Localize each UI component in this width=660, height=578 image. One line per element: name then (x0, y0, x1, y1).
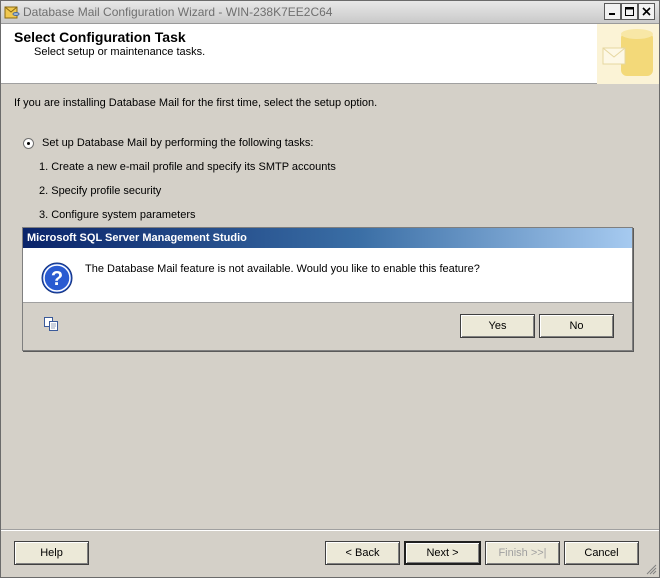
svg-text:?: ? (51, 268, 63, 290)
task-item: 2. Specify profile security (39, 185, 162, 197)
setup-radio-button[interactable] (23, 138, 34, 149)
window-title: Database Mail Configuration Wizard - WIN… (23, 5, 333, 19)
cancel-button[interactable]: Cancel (564, 541, 639, 565)
database-mail-icon (4, 6, 20, 19)
setup-option-label[interactable]: Set up Database Mail by performing the f… (42, 137, 313, 149)
back-button[interactable]: < Back (325, 541, 400, 565)
help-button[interactable]: Help (14, 541, 89, 565)
page-subtitle: Select setup or maintenance tasks. (34, 46, 206, 58)
dialog-body: ? The Database Mail feature is not avail… (23, 248, 632, 303)
no-button[interactable]: No (539, 314, 614, 338)
task-item: 3. Configure system parameters (39, 209, 196, 221)
enable-feature-dialog: Microsoft SQL Server Management Studio ?… (22, 227, 633, 351)
resize-grip-icon[interactable] (646, 564, 657, 575)
minimize-icon (609, 13, 615, 15)
wizard-header: Select Configuration Task Select setup o… (1, 24, 659, 84)
wizard-window: Database Mail Configuration Wizard - WIN… (0, 0, 660, 578)
finish-button[interactable]: Finish >>| (485, 541, 560, 565)
copy-icon[interactable] (44, 317, 59, 331)
page-title: Select Configuration Task (14, 29, 186, 45)
dialog-title: Microsoft SQL Server Management Studio (27, 232, 247, 244)
close-button[interactable] (638, 3, 655, 20)
database-graphic-icon (597, 24, 659, 84)
minimize-button[interactable] (604, 3, 621, 20)
maximize-button[interactable] (621, 3, 638, 20)
footer-divider (1, 529, 659, 531)
intro-text: If you are installing Database Mail for … (14, 97, 378, 109)
dialog-message: The Database Mail feature is not availab… (85, 263, 480, 275)
question-icon: ? (41, 262, 73, 294)
title-bar[interactable]: Database Mail Configuration Wizard - WIN… (1, 1, 659, 24)
task-item: 1. Create a new e-mail profile and speci… (39, 161, 336, 173)
maximize-icon (625, 7, 634, 16)
dialog-title-bar[interactable]: Microsoft SQL Server Management Studio (23, 228, 632, 248)
next-button[interactable]: Next > (404, 541, 481, 565)
yes-button[interactable]: Yes (460, 314, 535, 338)
close-icon (642, 7, 651, 16)
